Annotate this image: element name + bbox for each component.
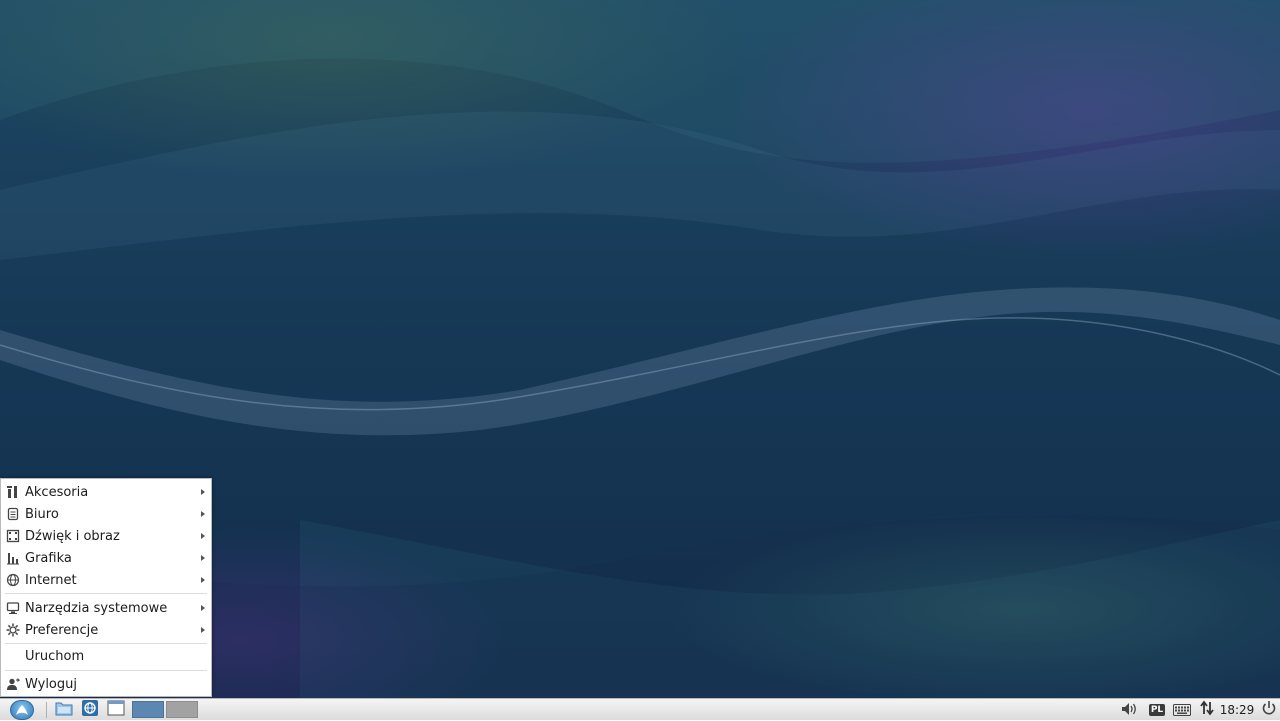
file-manager-launcher[interactable] — [52, 700, 76, 720]
menu-item-preferencje[interactable]: Preferencje — [1, 619, 211, 641]
taskbar-separator — [46, 702, 47, 718]
menu-item-dzwiek-i-obraz[interactable]: Dźwięk i obraz — [1, 525, 211, 547]
logout-user-icon — [5, 676, 21, 692]
menu-item-label: Grafika — [25, 550, 72, 566]
clock[interactable]: 18:29 — [1218, 700, 1256, 720]
menu-item-uruchom[interactable]: Uruchom — [1, 645, 211, 667]
menu-item-label: Wyloguj — [25, 676, 77, 692]
power-icon — [1261, 700, 1277, 720]
desktop-pager-2[interactable] — [166, 701, 198, 718]
desktop-pager-1[interactable] — [132, 701, 164, 718]
volume-control[interactable] — [1118, 700, 1142, 720]
network-browser-launcher[interactable] — [78, 700, 102, 720]
menu-item-label: Internet — [25, 572, 77, 588]
preferences-gear-icon — [5, 622, 21, 638]
window-launcher[interactable] — [104, 700, 128, 720]
multimedia-icon — [5, 528, 21, 544]
window-icon — [107, 700, 125, 720]
network-browser-icon — [81, 699, 99, 721]
file-manager-icon — [55, 700, 73, 720]
start-menu-button[interactable] — [2, 700, 42, 720]
menu-item-biuro[interactable]: Biuro — [1, 503, 211, 525]
menu-item-label: Narzędzia systemowe — [25, 600, 168, 616]
submenu-arrow-icon — [201, 555, 205, 561]
menu-item-internet[interactable]: Internet — [1, 569, 211, 591]
internet-globe-icon — [5, 572, 21, 588]
graphics-icon — [5, 550, 21, 566]
menu-item-akcesoria[interactable]: Akcesoria — [1, 481, 211, 503]
system-tools-icon — [5, 600, 21, 616]
power-button[interactable] — [1258, 700, 1280, 720]
accessories-icon — [5, 484, 21, 500]
keyboard-icon — [1173, 701, 1191, 720]
menu-item-grafika[interactable]: Grafika — [1, 547, 211, 569]
taskbar: PL 18:29 — [0, 698, 1280, 720]
menu-separator — [5, 593, 207, 594]
menu-item-label: Dźwięk i obraz — [25, 528, 120, 544]
application-menu: Akcesoria Biuro Dźwięk i obraz Grafika I… — [0, 478, 212, 697]
office-icon — [5, 506, 21, 522]
start-logo-icon — [10, 700, 34, 720]
submenu-arrow-icon — [201, 577, 205, 583]
menu-item-wyloguj[interactable]: Wyloguj — [1, 673, 211, 695]
menu-item-label: Preferencje — [25, 622, 99, 638]
submenu-arrow-icon — [201, 605, 205, 611]
menu-separator — [5, 670, 207, 671]
menu-item-narzedzia-systemowe[interactable]: Narzędzia systemowe — [1, 597, 211, 619]
keyboard-layout-indicator[interactable]: PL — [1146, 700, 1168, 720]
submenu-arrow-icon — [201, 627, 205, 633]
menu-item-label: Uruchom — [25, 648, 85, 664]
network-arrows-icon — [1199, 700, 1215, 720]
menu-item-label: Akcesoria — [25, 484, 89, 500]
menu-separator — [5, 643, 207, 644]
keyboard-layout-label: PL — [1148, 704, 1166, 716]
submenu-arrow-icon — [201, 511, 205, 517]
submenu-arrow-icon — [201, 533, 205, 539]
submenu-arrow-icon — [201, 489, 205, 495]
menu-item-label: Biuro — [25, 506, 59, 522]
volume-icon — [1121, 701, 1139, 720]
keyboard-settings[interactable] — [1170, 700, 1194, 720]
network-status[interactable] — [1196, 700, 1218, 720]
